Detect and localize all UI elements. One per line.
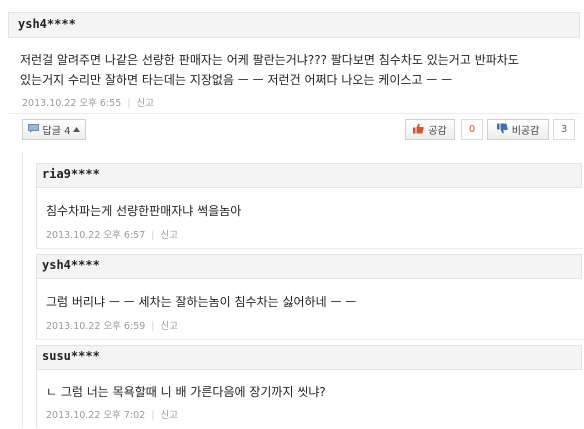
comment-username[interactable]: ysh4**** — [18, 17, 76, 31]
reply-text: 침수차파는게 선량한판매자냐 썩을놈아 — [46, 204, 242, 218]
comment-text-line-2: 있는거지 수리만 잘하면 타는데는 지장없음 ㅡ ㅡ 저런건 어쩌다 나오는 케… — [20, 73, 453, 87]
caret-up-icon — [73, 124, 81, 135]
reply-date: 2013.10.22 오후 7:02 — [46, 410, 146, 421]
comment-header — [8, 12, 580, 38]
reply-header — [36, 163, 582, 188]
thumbs-up-icon — [413, 123, 425, 137]
reply-date: 2013.10.22 오후 6:59 — [46, 321, 146, 332]
dislike-label: 비공감 — [511, 126, 540, 137]
like-count: 0 — [461, 119, 483, 140]
meta-divider: | — [151, 230, 155, 241]
reply-text: 그럼 버리냐 ㅡ ㅡ 세차는 잘하는놈이 침수차는 싫어하네 ㅡ ㅡ — [46, 295, 357, 309]
reply-text: ㄴ 그럼 너는 목욕할때 니 배 가른다음에 장기까지 씻냐? — [46, 385, 326, 399]
reply-date: 2013.10.22 오후 6:57 — [46, 230, 146, 241]
dislike-count: 3 — [553, 119, 575, 140]
thumbs-down-icon — [496, 123, 508, 137]
reply-header — [36, 254, 582, 279]
comment-meta: 2013.10.22 오후 6:55 | 신고 — [22, 95, 154, 109]
dislike-button[interactable]: 비공감 — [487, 119, 549, 140]
meta-divider: | — [151, 410, 155, 421]
reply-meta: 2013.10.22 오후 7:02 | 신고 — [46, 407, 178, 421]
reply-username[interactable]: ysh4**** — [42, 258, 100, 272]
reply-report-link[interactable]: 신고 — [160, 321, 177, 332]
reply-toggle-label: 답글 4 — [42, 126, 71, 137]
reply-report-link[interactable]: 신고 — [160, 410, 177, 421]
speech-bubble-icon — [27, 123, 39, 136]
like-button[interactable]: 공감 — [405, 119, 455, 140]
comment-divider — [8, 113, 580, 114]
reply-toggle-button[interactable]: 답글 4 — [22, 119, 86, 140]
like-label: 공감 — [428, 126, 447, 137]
reply-meta: 2013.10.22 오후 6:59 | 신고 — [46, 318, 178, 332]
reply-thread-line — [22, 152, 23, 428]
comment-text-line-1: 저런걸 알려주면 나같은 선량한 판매자는 어케 팔란는거냐??? 팔다보면 침… — [20, 53, 519, 67]
reply-report-link[interactable]: 신고 — [160, 230, 177, 241]
meta-divider: | — [127, 98, 131, 109]
comment-report-link[interactable]: 신고 — [136, 98, 153, 109]
reply-header — [36, 345, 582, 370]
comment-date: 2013.10.22 오후 6:55 — [22, 98, 122, 109]
reply-meta: 2013.10.22 오후 6:57 | 신고 — [46, 227, 178, 241]
reply-username[interactable]: susu**** — [42, 349, 100, 363]
meta-divider: | — [151, 321, 155, 332]
reply-username[interactable]: ria9**** — [42, 167, 100, 181]
